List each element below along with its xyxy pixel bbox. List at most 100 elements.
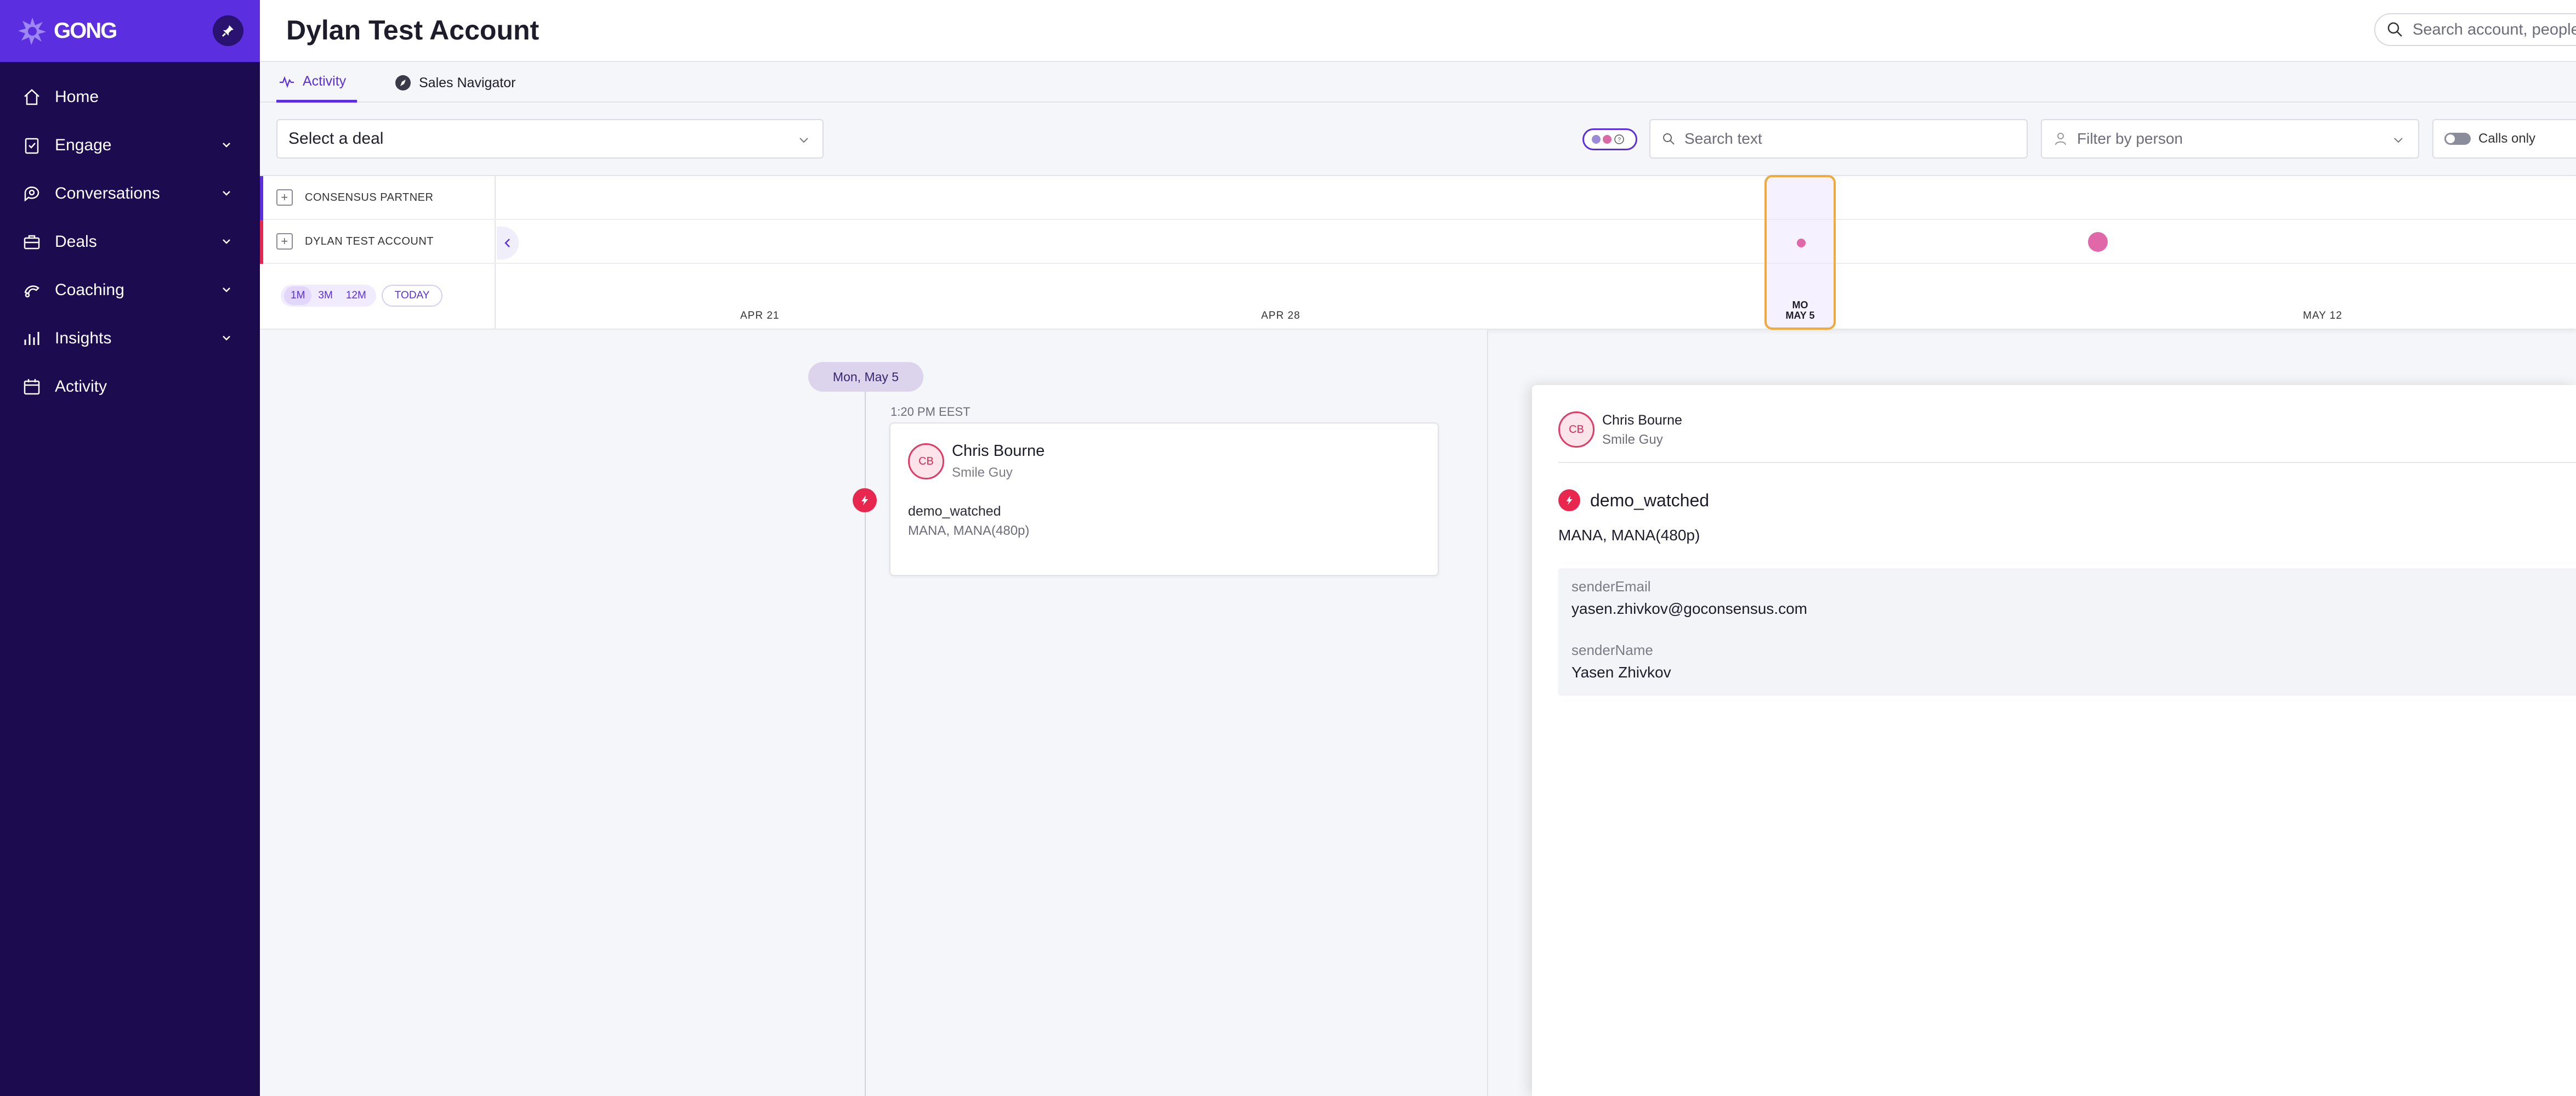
calls-only-switch[interactable]	[2444, 133, 2471, 145]
sidebar-item-label: Activity	[55, 377, 107, 396]
sidebar-item-conversations[interactable]: Conversations	[0, 170, 260, 218]
page-header: Dylan Test Account	[260, 0, 2576, 62]
sidebar-item-insights[interactable]: Insights	[0, 314, 260, 363]
timeline-row-dylan-test-account[interactable]: + DYLAN TEST ACCOUNT	[260, 220, 496, 264]
event-properties: senderEmail yasen.zhivkov@goconsensus.co…	[1558, 568, 2576, 696]
main-nav: Home Engage Conversations Deals Coaching…	[0, 73, 260, 411]
event-detail: MANA, MANA(480p)	[908, 523, 1030, 538]
chevron-down-icon	[2394, 138, 2403, 143]
person-filter[interactable]	[2041, 119, 2419, 159]
event-subtitle: MANA, MANA(480p)	[1558, 527, 1700, 544]
event-icon	[853, 488, 877, 512]
expand-icon[interactable]: +	[276, 233, 293, 250]
tab-activity[interactable]: Activity	[276, 63, 358, 103]
chevron-down-icon	[223, 191, 230, 196]
timeline-date-label: APR 28	[1261, 310, 1301, 321]
lightning-icon	[861, 495, 868, 505]
tab-label: Activity	[303, 74, 347, 89]
sidebar-item-home[interactable]: Home	[0, 73, 260, 121]
sidebar-item-label: Conversations	[55, 184, 160, 202]
filter-bar: Select a deal ? Calls only	[260, 104, 2576, 175]
lightning-icon	[1566, 495, 1573, 505]
selected-day-highlight[interactable]: MO MAY 5	[1764, 175, 1836, 330]
event-title: demo_watched	[1590, 490, 1710, 510]
sidebar-item-engage[interactable]: Engage	[0, 121, 260, 170]
search-icon	[2387, 22, 2402, 37]
scroll-back-button[interactable]	[497, 227, 519, 259]
range-12m-button[interactable]: 12M	[339, 286, 373, 305]
calls-only-label: Calls only	[2478, 131, 2536, 146]
tab-bar: Activity Sales Navigator	[260, 63, 2576, 103]
chevron-down-icon	[223, 336, 230, 341]
gong-logo-icon	[16, 15, 48, 47]
sidebar: GONG Home Engage Conversations Deals Coa…	[0, 0, 260, 1096]
gong-logo[interactable]: GONG	[16, 15, 117, 47]
timeline-date-label: APR 21	[740, 310, 780, 321]
divider	[1558, 462, 2576, 463]
view-toggle[interactable]: ?	[1582, 128, 1637, 150]
property-key: senderName	[1571, 642, 1653, 658]
day-label: Mon, May 5	[808, 362, 923, 392]
event-time: 1:20 PM EEST	[890, 405, 971, 419]
panel-divider	[1487, 330, 1488, 1096]
timeline-event-dot[interactable]	[1797, 239, 1806, 247]
pin-sidebar-button[interactable]	[213, 15, 243, 46]
calls-only-toggle[interactable]: Calls only	[2432, 119, 2576, 159]
timeline-row-label: DYLAN TEST ACCOUNT	[305, 235, 434, 247]
chevron-left-icon	[504, 239, 510, 247]
row-divider	[496, 263, 2576, 264]
property-value: yasen.zhivkov@goconsensus.com	[1571, 600, 1807, 617]
text-search-input[interactable]	[1684, 130, 1991, 148]
sidebar-item-activity[interactable]: Activity	[0, 363, 260, 411]
view-dot-icon	[1592, 135, 1601, 144]
global-search-input[interactable]	[2413, 20, 2576, 39]
person-icon	[2055, 133, 2066, 145]
sidebar-header: GONG	[0, 0, 260, 62]
contact-name: Chris Bourne	[952, 442, 1045, 460]
coaching-icon	[24, 285, 39, 298]
engage-icon	[25, 138, 39, 154]
timeline-event-dot[interactable]	[2088, 232, 2108, 252]
person-filter-input[interactable]	[2077, 130, 2384, 148]
timeline-row-consensus-partner[interactable]: + CONSENSUS PARTNER	[260, 176, 496, 220]
row-color-bar	[260, 220, 263, 264]
selected-date-day: MO	[1792, 300, 1808, 310]
activity-card[interactable]: CB Chris Bourne Smile Guy demo_watched M…	[889, 422, 1439, 576]
expand-icon[interactable]: +	[276, 189, 293, 206]
sidebar-item-coaching[interactable]: Coaching	[0, 266, 260, 314]
calendar-icon	[24, 379, 40, 395]
sidebar-item-label: Coaching	[55, 281, 124, 299]
contact-role: Smile Guy	[1602, 432, 1663, 447]
contact-name: Chris Bourne	[1602, 413, 1682, 428]
range-controls: 1M 3M 12M TODAY	[281, 285, 443, 307]
sidebar-item-label: Insights	[55, 329, 112, 347]
contact-role: Smile Guy	[952, 465, 1013, 480]
avatar: CB	[908, 443, 944, 479]
tab-sales-navigator[interactable]: Sales Navigator	[395, 63, 515, 103]
range-1m-button[interactable]: 1M	[284, 286, 312, 305]
briefcase-icon	[24, 235, 40, 250]
event-detail-panel: CB Chris Bourne Smile Guy demo_watched M…	[1532, 385, 2576, 1096]
timeline: + CONSENSUS PARTNER + DYLAN TEST ACCOUNT…	[260, 175, 2576, 330]
pin-icon	[222, 25, 234, 37]
text-search[interactable]	[1649, 119, 2028, 159]
event-name: demo_watched	[908, 504, 1001, 519]
timeline-date-label: MAY 12	[2303, 310, 2342, 321]
home-icon	[24, 89, 39, 105]
chevron-down-icon	[799, 138, 808, 143]
insights-icon	[24, 332, 39, 345]
event-icon	[1558, 489, 1580, 511]
range-group: 1M 3M 12M	[281, 285, 376, 307]
sidebar-item-label: Deals	[55, 233, 97, 251]
sidebar-item-deals[interactable]: Deals	[0, 218, 260, 266]
chevron-down-icon	[223, 143, 230, 148]
range-3m-button[interactable]: 3M	[311, 286, 339, 305]
chevron-down-icon	[223, 287, 230, 292]
deal-select[interactable]: Select a deal	[276, 119, 824, 159]
timeline-row-label: CONSENSUS PARTNER	[305, 191, 434, 204]
row-divider	[496, 219, 2576, 220]
today-button[interactable]: TODAY	[381, 285, 443, 307]
global-search[interactable]	[2374, 13, 2576, 46]
selected-date: MAY 5	[1785, 310, 1815, 321]
chevron-down-icon	[223, 239, 230, 244]
